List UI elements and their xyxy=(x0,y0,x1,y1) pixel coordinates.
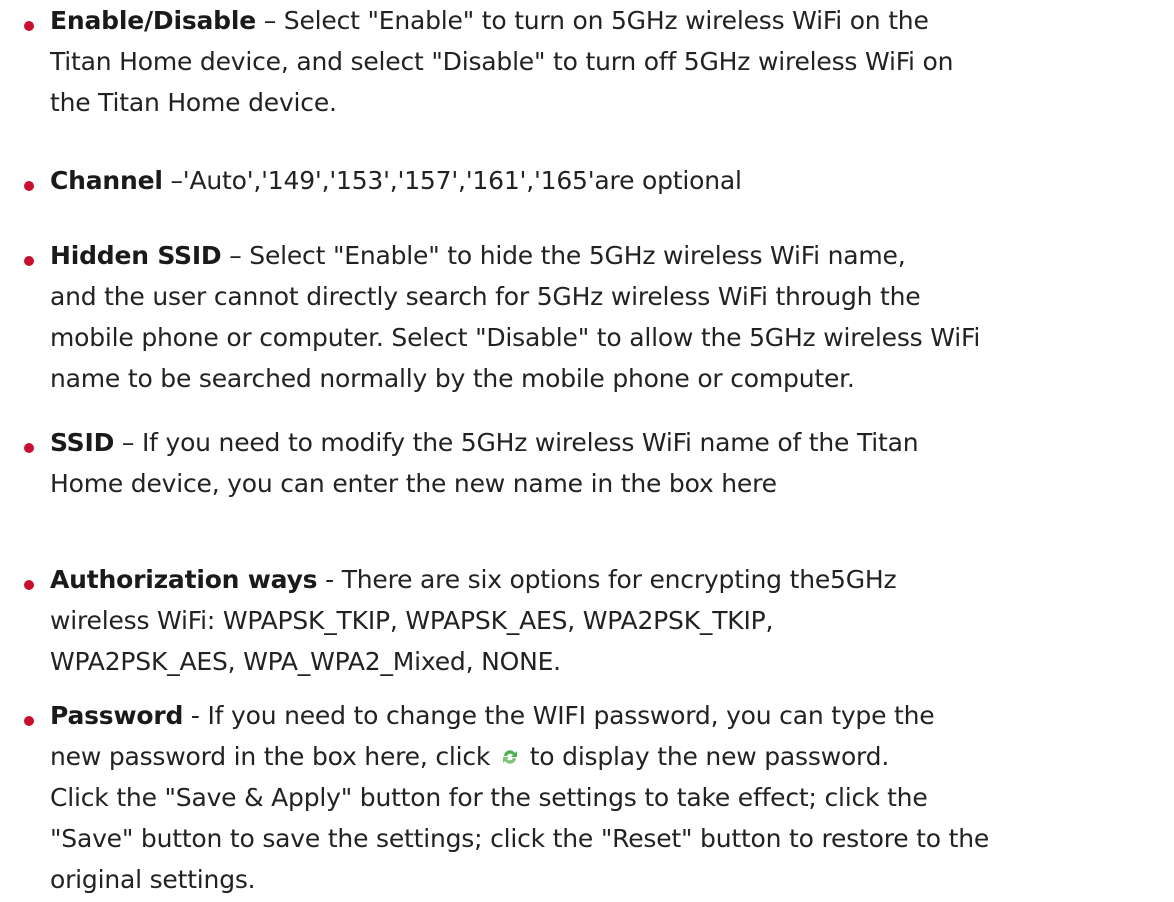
list-item-ssid: SSID – If you need to modify the 5GHz wi… xyxy=(0,422,1174,504)
term-label: Hidden SSID xyxy=(50,241,222,270)
term-label: Channel xyxy=(50,166,163,195)
list-item-text: Authorization ways - There are six optio… xyxy=(50,559,1174,682)
description-line: mobile phone or computer. Select "Disabl… xyxy=(50,323,981,352)
term-label: SSID xyxy=(50,428,115,457)
list-item-text: Hidden SSID – Select "Enable" to hide th… xyxy=(50,235,1174,399)
refresh-icon xyxy=(500,738,520,764)
list-item-hidden-ssid: Hidden SSID – Select "Enable" to hide th… xyxy=(0,235,1174,399)
list-item-enable-disable: Enable/Disable – Select "Enable" to turn… xyxy=(0,0,1174,123)
description-line: "Save" button to save the settings; clic… xyxy=(50,824,990,853)
bullet xyxy=(24,716,34,726)
description-line: Click the "Save & Apply" button for the … xyxy=(50,783,928,812)
description-line: the Titan Home device. xyxy=(50,88,337,117)
list-item-text: Channel –'Auto','149','153','157','161',… xyxy=(50,160,1174,201)
list-item-channel: Channel –'Auto','149','153','157','161',… xyxy=(0,160,1174,201)
bullet xyxy=(24,443,34,453)
description-line: wireless WiFi: WPAPSK_TKIP, WPAPSK_AES, … xyxy=(50,606,774,635)
list-item-text: Password - If you need to change the WIF… xyxy=(50,695,1174,900)
description-line: Home device, you can enter the new name … xyxy=(50,469,777,498)
description-line: - If you need to change the WIFI passwor… xyxy=(183,701,935,730)
term-label: Authorization ways xyxy=(50,565,318,594)
list-item-text: Enable/Disable – Select "Enable" to turn… xyxy=(50,0,1174,123)
description-line: new password in the box here, click xyxy=(50,742,498,771)
description-line: and the user cannot directly search for … xyxy=(50,282,921,311)
description-line: Titan Home device, and select "Disable" … xyxy=(50,47,954,76)
bullet xyxy=(24,256,34,266)
bullet xyxy=(24,21,34,31)
description-line: –'Auto','149','153','157','161','165'are… xyxy=(162,166,742,195)
description-line: name to be searched normally by the mobi… xyxy=(50,364,855,393)
list-item-password: Password - If you need to change the WIF… xyxy=(0,695,1174,900)
list-item-text: SSID – If you need to modify the 5GHz wi… xyxy=(50,422,1174,504)
bullet xyxy=(24,181,34,191)
description-line: – Select "Enable" to turn on 5GHz wirele… xyxy=(256,6,929,35)
term-label: Enable/Disable xyxy=(50,6,256,35)
description-line: original settings. xyxy=(50,865,256,894)
description-line: - There are six options for encrypting t… xyxy=(317,565,897,594)
term-label: Password xyxy=(50,701,184,730)
list-item-authorization-ways: Authorization ways - There are six optio… xyxy=(0,559,1174,682)
description-line: WPA2PSK_AES, WPA_WPA2_Mixed, NONE. xyxy=(50,647,561,676)
bullet xyxy=(24,580,34,590)
description-line: – Select "Enable" to hide the 5GHz wirel… xyxy=(221,241,906,270)
description-line: – If you need to modify the 5GHz wireles… xyxy=(114,428,919,457)
description-line: to display the new password. xyxy=(521,742,890,771)
